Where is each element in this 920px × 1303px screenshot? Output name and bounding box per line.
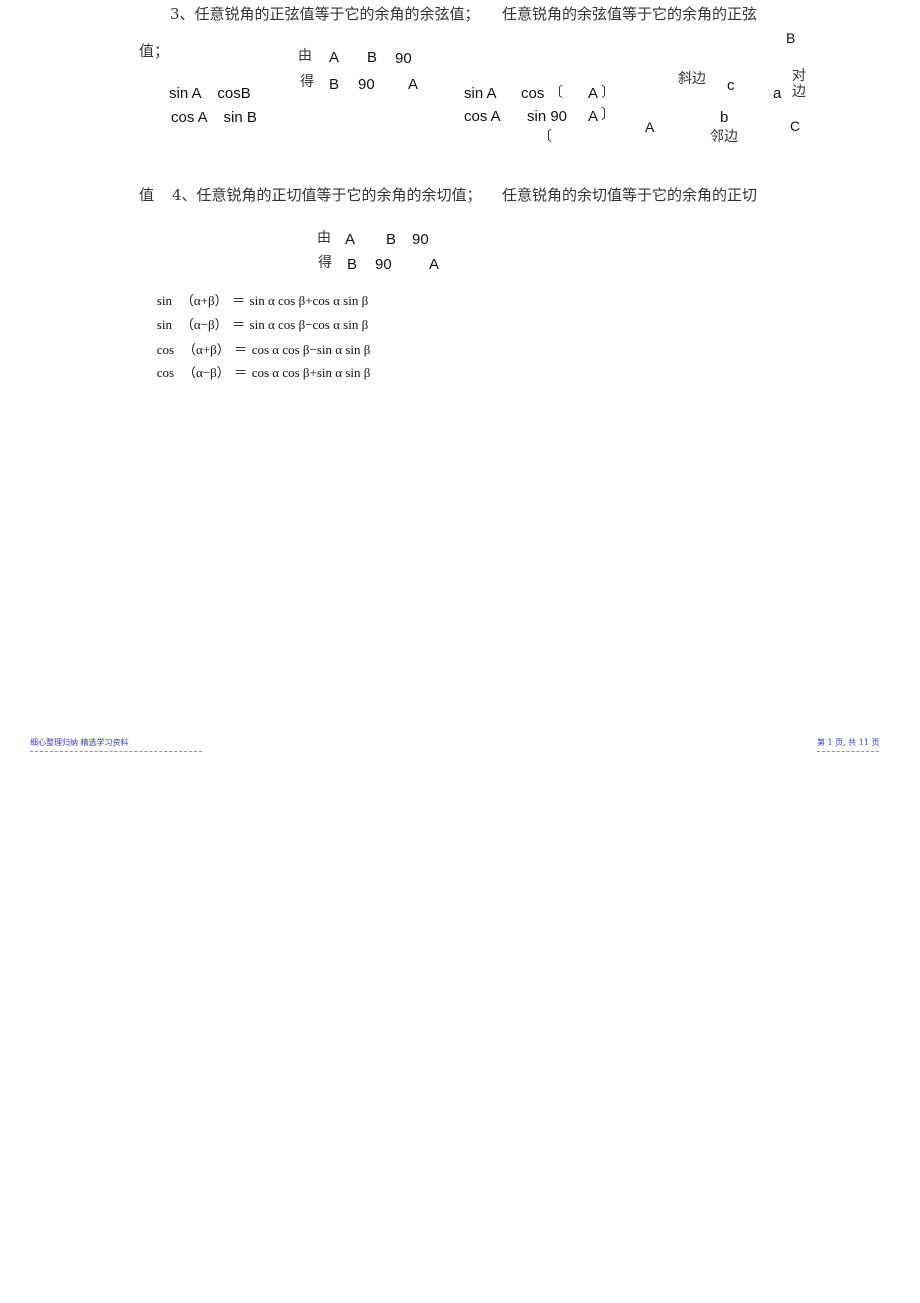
s4-derive-A: A — [429, 256, 440, 273]
rf2-rbracket: 〕 — [601, 107, 615, 123]
s4-derive-label: 得 — [318, 255, 332, 271]
adjacent-b: b — [720, 109, 729, 126]
identity-fn: cos — [156, 365, 175, 380]
footer-right-divider — [817, 751, 879, 752]
identity-row: cos （α−β） ＝ cos α cos β+sin α sin β — [139, 349, 371, 397]
s4-given-90: 90 — [412, 231, 429, 248]
footer-page-number: 第 1 页, 共 11 页 — [817, 738, 880, 747]
section4-heading: 4、任意锐角的正切值等于它的余角的余切值； — [172, 186, 482, 204]
rf2-lhs: cos A — [464, 108, 501, 125]
s4-derive-90: 90 — [375, 256, 392, 273]
rf1-lhs: sin A — [464, 85, 497, 102]
identity-eq: ＝ — [234, 365, 248, 380]
rf2-arg: A — [588, 108, 599, 125]
section3-heading: 3、任意锐角的正弦值等于它的余角的余弦值； — [170, 5, 480, 23]
s4-given-A: A — [345, 231, 356, 248]
derive-B: B — [329, 76, 340, 93]
vertex-C: C — [790, 118, 801, 134]
hypotenuse-c: c — [727, 77, 735, 94]
adjacent-label: 邻边 — [710, 129, 738, 145]
footer-left-text: 细心整理归纳 精选学习资料 — [30, 738, 129, 747]
section4-heading-cont: 任意锐角的余切值等于它的余角的正切 — [502, 186, 758, 204]
s4-given-B: B — [386, 231, 397, 248]
derive-90: 90 — [358, 76, 375, 93]
rf3-lbracket: 〔 — [538, 129, 552, 145]
s4-derive-B: B — [347, 256, 358, 273]
section3-tail: 值； — [139, 42, 170, 60]
opposite-label-2: 边 — [792, 84, 806, 100]
vertex-B: B — [786, 30, 796, 46]
footer-left-divider — [30, 751, 202, 752]
given-B: B — [367, 49, 378, 66]
identity-rhs: cos α cos β+sin α sin β — [251, 365, 371, 380]
rf1-arg: A — [588, 85, 599, 102]
rf2-fn: sin 90 — [527, 108, 568, 125]
given-label: 由 — [298, 48, 312, 64]
derive-label: 得 — [300, 74, 314, 90]
identity-arg: （α−β） — [183, 365, 230, 380]
rf1-rbracket: 〕 — [601, 85, 615, 101]
given-90: 90 — [395, 50, 412, 67]
opposite-a: a — [773, 85, 782, 102]
derive-A: A — [408, 76, 419, 93]
vertex-A: A — [645, 119, 655, 135]
section4-prefix: 值 — [139, 186, 155, 204]
opposite-label-1: 对 — [792, 68, 806, 84]
s4-given-label: 由 — [317, 230, 331, 246]
formula-sinA-cosB: sin A cosB — [169, 85, 251, 102]
rf1-fn: cos — [521, 85, 545, 102]
hypotenuse-label: 斜边 — [678, 71, 706, 87]
given-A: A — [329, 49, 340, 66]
rf1-lbracket: 〔 — [549, 85, 563, 101]
section3-heading-cont: 任意锐角的余弦值等于它的余角的正弦 — [502, 5, 758, 23]
formula-cosA-sinB: cos A sin B — [171, 109, 257, 126]
